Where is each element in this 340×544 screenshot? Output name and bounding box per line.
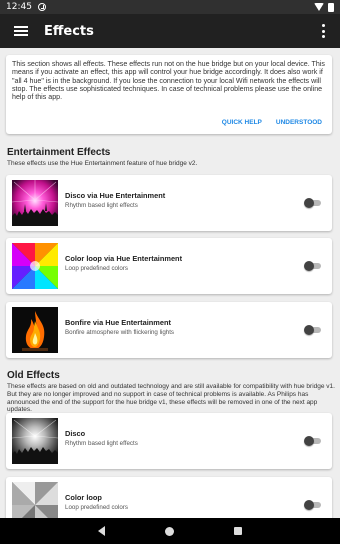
effect-subtitle: Loop predefined colors bbox=[65, 504, 128, 511]
disco-gray-thumbnail bbox=[12, 418, 58, 464]
more-vert-icon[interactable] bbox=[322, 24, 326, 38]
effect-subtitle: Rhythm based light effects bbox=[65, 202, 138, 209]
effects-list[interactable]: This section shows all effects. These ef… bbox=[0, 48, 340, 518]
effect-name: Color loop via Hue Entertainment bbox=[65, 254, 183, 263]
recents-icon[interactable] bbox=[234, 527, 242, 535]
effect-subtitle: Bonfire atmosphere with flickering light… bbox=[65, 329, 175, 336]
effect-name: Disco via Hue Entertainment bbox=[65, 191, 166, 200]
status-bar: 12:45 bbox=[0, 0, 340, 14]
app-bar: Effects bbox=[0, 14, 340, 48]
status-icons bbox=[314, 2, 340, 12]
hamburger-menu-icon[interactable] bbox=[14, 26, 28, 36]
disco-thumbnail bbox=[12, 180, 58, 226]
color-loop-thumbnail bbox=[12, 243, 58, 289]
effect-card-color-loop[interactable]: Color loop Loop predefined colors bbox=[6, 477, 332, 518]
section-title-entertainment: Entertainment Effects bbox=[7, 147, 111, 158]
bonfire-thumbnail bbox=[12, 307, 58, 353]
section-desc-entertainment: These effects use the Hue Entertainment … bbox=[7, 160, 198, 167]
effect-name: Color loop bbox=[65, 493, 102, 502]
effect-toggle[interactable] bbox=[304, 261, 322, 271]
effect-name: Disco bbox=[65, 429, 86, 438]
understood-button[interactable]: UNDERSTOOD bbox=[276, 119, 322, 126]
navigation-bar bbox=[0, 518, 340, 544]
home-icon[interactable] bbox=[165, 526, 174, 536]
effect-card-color-loop-entertainment[interactable]: Color loop via Hue Entertainment Loop pr… bbox=[6, 238, 332, 294]
section-desc-old: These effects are based on old and outda… bbox=[7, 383, 335, 414]
effect-toggle[interactable] bbox=[304, 436, 322, 446]
sync-icon bbox=[37, 3, 46, 11]
color-loop-gray-thumbnail bbox=[12, 482, 58, 518]
effect-card-disco[interactable]: Disco Rhythm based light effects bbox=[6, 413, 332, 469]
effect-name: Bonfire via Hue Entertainment bbox=[65, 318, 171, 327]
effect-toggle[interactable] bbox=[304, 500, 322, 510]
status-time: 12:45 bbox=[6, 2, 32, 12]
page-title: Effects bbox=[44, 23, 94, 39]
info-text: This section shows all effects. These ef… bbox=[12, 60, 325, 102]
effect-subtitle: Rhythm based light effects bbox=[65, 440, 138, 447]
effect-subtitle: Loop predefined colors bbox=[65, 265, 128, 272]
wifi-icon bbox=[314, 3, 324, 11]
back-icon[interactable] bbox=[98, 526, 105, 536]
info-actions: QUICK HELP UNDERSTOOD bbox=[222, 119, 322, 126]
section-title-old: Old Effects bbox=[7, 370, 60, 381]
quick-help-button[interactable]: QUICK HELP bbox=[222, 119, 262, 126]
info-card: This section shows all effects. These ef… bbox=[6, 55, 332, 134]
battery-icon bbox=[328, 2, 334, 12]
effect-toggle[interactable] bbox=[304, 198, 322, 208]
effect-card-disco-entertainment[interactable]: Disco via Hue Entertainment Rhythm based… bbox=[6, 175, 332, 231]
effect-toggle[interactable] bbox=[304, 325, 322, 335]
effect-card-bonfire-entertainment[interactable]: Bonfire via Hue Entertainment Bonfire at… bbox=[6, 302, 332, 358]
